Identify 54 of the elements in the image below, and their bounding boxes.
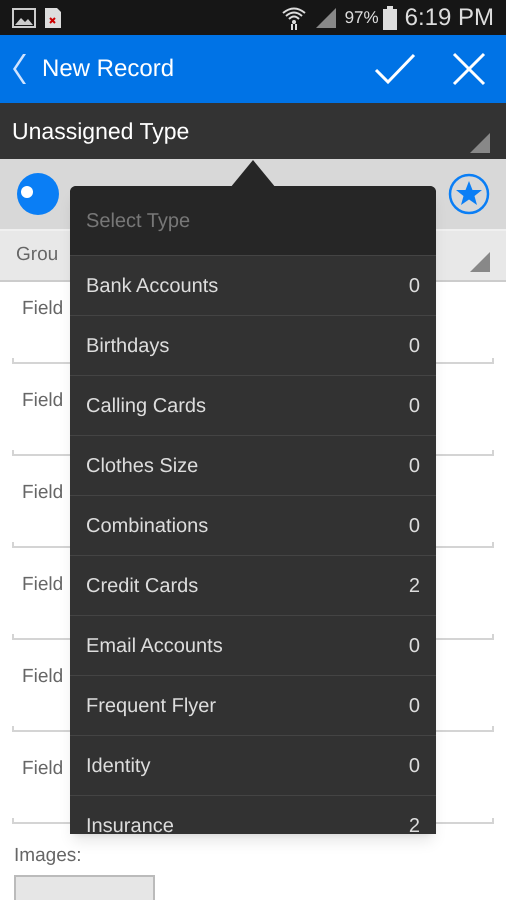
item-count: 0 <box>408 514 420 538</box>
item-count: 0 <box>408 634 420 658</box>
images-label: Images: <box>14 844 83 868</box>
type-value: Unassigned Type <box>12 116 190 146</box>
item-label: Frequent Flyer <box>86 694 216 718</box>
group-label: Grou <box>16 243 58 268</box>
item-count: 0 <box>408 694 420 718</box>
signal-icon <box>314 6 337 28</box>
color-picker-icon[interactable] <box>16 172 60 216</box>
menu-item[interactable]: Bank Accounts 0 <box>70 255 436 315</box>
item-label: Clothes Size <box>86 454 198 478</box>
item-label: Birthdays <box>86 334 170 358</box>
item-count: 0 <box>408 394 420 418</box>
item-count: 0 <box>408 754 420 778</box>
checkmark-icon[interactable] <box>374 53 416 85</box>
wifi-icon <box>280 4 307 30</box>
battery-percent: 97% <box>344 6 379 29</box>
menu-item[interactable]: Calling Cards 0 <box>70 375 436 435</box>
image-icon <box>12 8 36 28</box>
menu-item[interactable]: Birthdays 0 <box>70 315 436 375</box>
field-label: Field <box>22 573 64 597</box>
back-button[interactable]: New Record <box>12 51 174 87</box>
item-label: Insurance <box>86 814 174 834</box>
type-dropdown[interactable]: Unassigned Type <box>0 103 506 159</box>
battery-icon <box>382 6 397 30</box>
field-label: Field <box>22 757 64 781</box>
field-label: Field <box>22 665 64 689</box>
menu-item[interactable]: Frequent Flyer 0 <box>70 675 436 735</box>
item-label: Bank Accounts <box>86 274 218 298</box>
item-label: Calling Cards <box>86 394 206 418</box>
field-label: Field <box>22 481 64 505</box>
menu-item[interactable]: Identity 0 <box>70 735 436 795</box>
field-label: Field <box>22 389 64 413</box>
menu-item[interactable]: Clothes Size 0 <box>70 435 436 495</box>
file-error-icon <box>44 6 62 28</box>
menu-item[interactable]: Combinations 0 <box>70 495 436 555</box>
clock: 6:19 PM <box>404 2 494 32</box>
screen-title: New Record <box>42 54 174 84</box>
close-icon[interactable] <box>452 52 486 86</box>
item-label: Identity <box>86 754 150 778</box>
item-label: Combinations <box>86 514 208 538</box>
menu-item[interactable]: Email Accounts 0 <box>70 615 436 675</box>
item-label: Credit Cards <box>86 574 198 598</box>
item-count: 2 <box>408 814 420 834</box>
item-count: 0 <box>408 274 420 298</box>
dropdown-corner-icon <box>470 252 490 272</box>
dropdown-corner-icon <box>470 133 490 153</box>
field-label: Field <box>22 297 64 321</box>
item-count: 0 <box>408 454 420 478</box>
menu-item[interactable]: Insurance 2 <box>70 795 436 834</box>
item-count: 2 <box>408 574 420 598</box>
item-count: 0 <box>408 334 420 358</box>
menu-item[interactable]: Credit Cards 2 <box>70 555 436 615</box>
item-label: Email Accounts <box>86 634 223 658</box>
